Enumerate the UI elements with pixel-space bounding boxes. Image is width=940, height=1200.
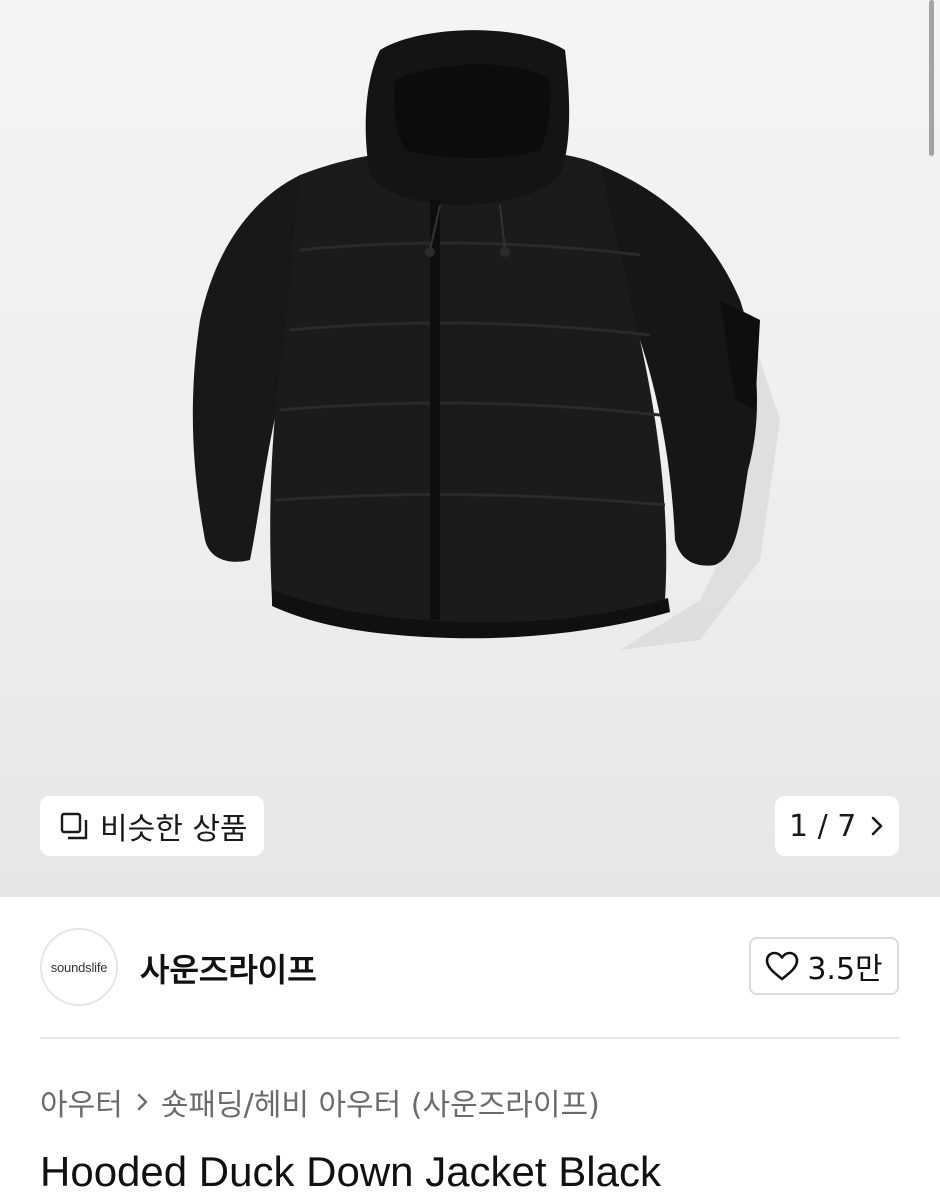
- seller-row: soundslife 사운즈라이프 3.5만: [0, 897, 940, 1037]
- chevron-right-icon[interactable]: [870, 815, 884, 837]
- breadcrumb: 아우터 숏패딩/헤비 아우터 (사운즈라이프): [40, 1080, 600, 1124]
- similar-products-label: 비슷한 상품: [100, 812, 248, 847]
- image-counter-text: 1 / 7: [789, 808, 857, 844]
- product-image-gallery[interactable]: 비슷한 상품 1 / 7: [0, 0, 940, 897]
- seller-avatar[interactable]: soundslife: [40, 928, 118, 1006]
- page-scrollbar[interactable]: [929, 0, 934, 156]
- like-button[interactable]: 3.5만: [749, 937, 899, 995]
- similar-products-icon: [60, 812, 88, 840]
- seller-name[interactable]: 사운즈라이프: [140, 945, 317, 991]
- product-image: [192, 30, 780, 650]
- product-title: Hooded Duck Down Jacket Black: [40, 1148, 661, 1195]
- seller-avatar-text: soundslife: [50, 959, 108, 975]
- image-counter[interactable]: 1 / 7: [775, 796, 899, 856]
- like-count: 3.5만: [807, 952, 883, 987]
- heart-icon: [766, 951, 799, 981]
- chevron-right-icon: [137, 1092, 149, 1112]
- divider: [40, 1037, 900, 1039]
- similar-products-button[interactable]: 비슷한 상품: [40, 796, 264, 856]
- breadcrumb-category[interactable]: 아우터: [40, 1080, 123, 1124]
- breadcrumb-subcategory[interactable]: 숏패딩/헤비 아우터 (사운즈라이프): [161, 1080, 600, 1124]
